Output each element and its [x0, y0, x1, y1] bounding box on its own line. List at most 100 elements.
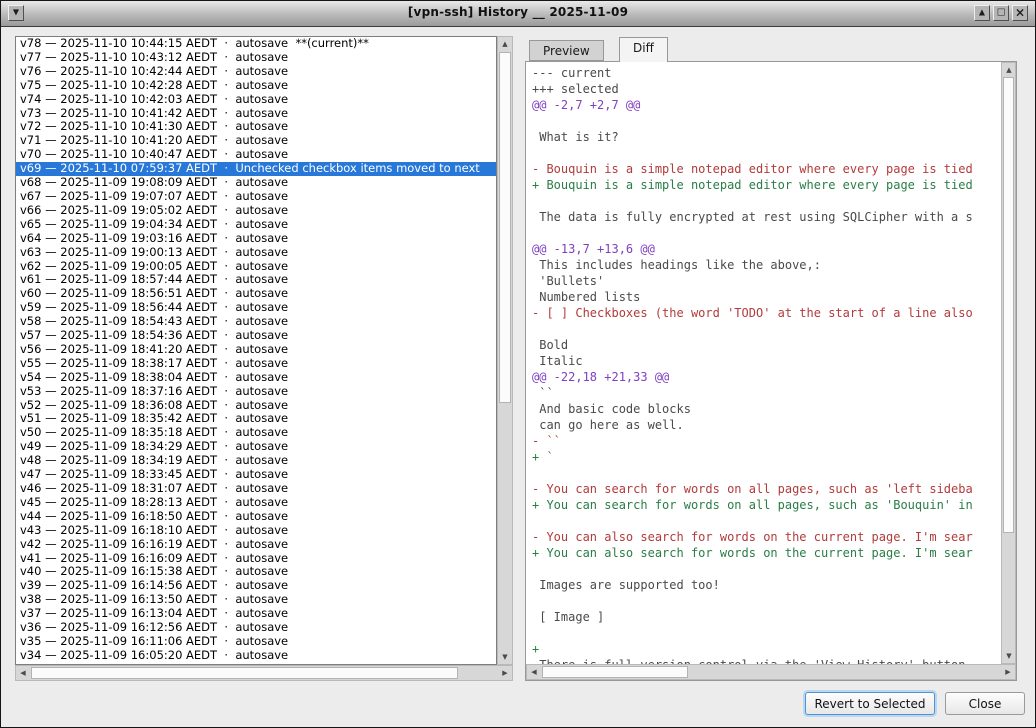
history-version-row[interactable]: v44 — 2025-11-09 16:18:50 AEDT · autosav… — [16, 510, 496, 524]
history-version-row[interactable]: v42 — 2025-11-09 16:16:19 AEDT · autosav… — [16, 538, 496, 552]
history-version-row[interactable]: v50 — 2025-11-09 18:35:18 AEDT · autosav… — [16, 426, 496, 440]
history-version-row[interactable]: v59 — 2025-11-09 18:56:44 AEDT · autosav… — [16, 301, 496, 315]
history-list-hscroll-thumb[interactable] — [31, 667, 458, 679]
history-version-row[interactable]: v43 — 2025-11-09 16:18:10 AEDT · autosav… — [16, 524, 496, 538]
history-version-row[interactable]: v77 — 2025-11-10 10:43:12 AEDT · autosav… — [16, 51, 496, 65]
history-version-row[interactable]: v35 — 2025-11-09 16:11:06 AEDT · autosav… — [16, 635, 496, 649]
diff-line — [532, 145, 1001, 161]
diff-vertical-scrollbar[interactable]: ▲ ▼ — [1001, 62, 1016, 664]
diff-line: What is it? — [532, 129, 1001, 145]
history-version-row[interactable]: v58 — 2025-11-09 18:54:43 AEDT · autosav… — [16, 315, 496, 329]
history-version-row[interactable]: v65 — 2025-11-09 19:04:34 AEDT · autosav… — [16, 218, 496, 232]
history-version-row[interactable]: v45 — 2025-11-09 18:28:13 AEDT · autosav… — [16, 496, 496, 510]
history-version-row[interactable]: v40 — 2025-11-09 16:15:38 AEDT · autosav… — [16, 565, 496, 579]
history-version-row[interactable]: v78 — 2025-11-10 10:44:15 AEDT · autosav… — [16, 37, 496, 51]
history-version-row[interactable]: v41 — 2025-11-09 16:16:09 AEDT · autosav… — [16, 552, 496, 566]
history-version-row[interactable]: v39 — 2025-11-09 16:14:56 AEDT · autosav… — [16, 579, 496, 593]
history-version-row[interactable]: v56 — 2025-11-09 18:41:20 AEDT · autosav… — [16, 343, 496, 357]
window-shade-button[interactable]: ▲ — [974, 5, 990, 21]
diff-line: - `` — [532, 433, 1001, 449]
diff-line: There is full version control via the 'V… — [532, 657, 1001, 664]
history-version-row[interactable]: v68 — 2025-11-09 19:08:09 AEDT · autosav… — [16, 176, 496, 190]
history-window: ▼ [vpn-ssh] History __ 2025-11-09 ▲ □ × … — [0, 0, 1036, 728]
scroll-right-icon[interactable]: ▶ — [1001, 665, 1015, 679]
diff-line: @@ -22,18 +21,33 @@ — [532, 369, 1001, 385]
scroll-up-icon[interactable]: ▲ — [498, 37, 512, 51]
close-button[interactable]: Close — [945, 692, 1025, 715]
diff-line: can go here as well. — [532, 417, 1001, 433]
window-maximize-icon: □ — [997, 8, 1006, 17]
history-version-row[interactable]: v63 — 2025-11-09 19:00:13 AEDT · autosav… — [16, 246, 496, 260]
history-version-row[interactable]: v75 — 2025-11-10 10:42:28 AEDT · autosav… — [16, 79, 496, 93]
diff-line: `` — [532, 385, 1001, 401]
diff-hscroll-thumb[interactable] — [542, 666, 688, 678]
diff-line — [532, 113, 1001, 129]
diff-horizontal-scrollbar[interactable]: ◀ ▶ — [526, 664, 1016, 680]
diff-line — [532, 225, 1001, 241]
window-maximize-button[interactable]: □ — [993, 5, 1009, 21]
history-version-row[interactable]: v49 — 2025-11-09 18:34:29 AEDT · autosav… — [16, 440, 496, 454]
revert-to-selected-button[interactable]: Revert to Selected — [805, 692, 935, 715]
titlebar: ▼ [vpn-ssh] History __ 2025-11-09 ▲ □ × — [1, 1, 1035, 27]
diff-line — [532, 561, 1001, 577]
tab-diff[interactable]: Diff — [619, 37, 668, 62]
history-version-row[interactable]: v52 — 2025-11-09 18:36:08 AEDT · autosav… — [16, 399, 496, 413]
diff-line: And basic code blocks — [532, 401, 1001, 417]
diff-line: Italic — [532, 353, 1001, 369]
history-version-row[interactable]: v54 — 2025-11-09 18:38:04 AEDT · autosav… — [16, 371, 496, 385]
scroll-left-icon[interactable]: ◀ — [16, 666, 30, 680]
tab-preview[interactable]: Preview — [529, 40, 604, 61]
diff-line: - You can also search for words on the c… — [532, 529, 1001, 545]
history-version-row[interactable]: v36 — 2025-11-09 16:12:56 AEDT · autosav… — [16, 621, 496, 635]
scroll-up-icon[interactable]: ▲ — [1002, 63, 1016, 77]
window-shade-icon: ▲ — [979, 9, 985, 17]
history-list-vertical-scrollbar[interactable]: ▲ ▼ — [497, 36, 513, 665]
diff-line — [532, 193, 1001, 209]
history-version-row[interactable]: v72 — 2025-11-10 10:41:30 AEDT · autosav… — [16, 120, 496, 134]
window-title: [vpn-ssh] History __ 2025-11-09 — [1, 5, 1035, 19]
history-version-row[interactable]: v66 — 2025-11-09 19:05:02 AEDT · autosav… — [16, 204, 496, 218]
diff-line: Bold — [532, 337, 1001, 353]
history-version-list[interactable]: v78 — 2025-11-10 10:44:15 AEDT · autosav… — [15, 36, 497, 665]
history-version-row[interactable]: v71 — 2025-11-10 10:41:20 AEDT · autosav… — [16, 134, 496, 148]
history-version-row[interactable]: v67 — 2025-11-09 19:07:07 AEDT · autosav… — [16, 190, 496, 204]
history-version-row[interactable]: v34 — 2025-11-09 16:05:20 AEDT · autosav… — [16, 649, 496, 663]
diff-line: @@ -13,7 +13,6 @@ — [532, 241, 1001, 257]
diff-line: + — [532, 641, 1001, 657]
history-version-row[interactable]: v48 — 2025-11-09 18:34:19 AEDT · autosav… — [16, 454, 496, 468]
history-version-row[interactable]: v62 — 2025-11-09 19:00:05 AEDT · autosav… — [16, 260, 496, 274]
diff-line: + You can also search for words on the c… — [532, 545, 1001, 561]
history-version-row[interactable]: v64 — 2025-11-09 19:03:16 AEDT · autosav… — [16, 232, 496, 246]
history-version-row[interactable]: v76 — 2025-11-10 10:42:44 AEDT · autosav… — [16, 65, 496, 79]
diff-vscroll-thumb[interactable] — [1003, 77, 1014, 533]
diff-line — [532, 465, 1001, 481]
diff-line — [532, 593, 1001, 609]
history-version-row[interactable]: v70 — 2025-11-10 10:40:47 AEDT · autosav… — [16, 148, 496, 162]
diff-line: --- current — [532, 65, 1001, 81]
history-version-row[interactable]: v73 — 2025-11-10 10:41:42 AEDT · autosav… — [16, 107, 496, 121]
scroll-right-icon[interactable]: ▶ — [498, 666, 512, 680]
history-list-vscroll-thumb[interactable] — [499, 52, 511, 403]
history-version-row[interactable]: v46 — 2025-11-09 18:31:07 AEDT · autosav… — [16, 482, 496, 496]
diff-line: + ` — [532, 449, 1001, 465]
scroll-down-icon[interactable]: ▼ — [1002, 649, 1016, 663]
history-list-horizontal-scrollbar[interactable]: ◀ ▶ — [15, 665, 513, 681]
window-close-button[interactable]: × — [1012, 5, 1028, 21]
scroll-left-icon[interactable]: ◀ — [527, 665, 541, 679]
diff-pane: --- current+++ selected@@ -2,7 +2,7 @@ W… — [525, 61, 1017, 681]
history-version-row[interactable]: v53 — 2025-11-09 18:37:16 AEDT · autosav… — [16, 385, 496, 399]
history-version-row[interactable]: v57 — 2025-11-09 18:54:36 AEDT · autosav… — [16, 329, 496, 343]
scroll-down-icon[interactable]: ▼ — [498, 650, 512, 664]
history-version-row[interactable]: v55 — 2025-11-09 18:38:17 AEDT · autosav… — [16, 357, 496, 371]
diff-line: 'Bullets' — [532, 273, 1001, 289]
history-version-row[interactable]: v74 — 2025-11-10 10:42:03 AEDT · autosav… — [16, 93, 496, 107]
history-version-row[interactable]: v47 — 2025-11-09 18:33:45 AEDT · autosav… — [16, 468, 496, 482]
history-version-row[interactable]: v61 — 2025-11-09 18:57:44 AEDT · autosav… — [16, 273, 496, 287]
history-version-row[interactable]: v38 — 2025-11-09 16:13:50 AEDT · autosav… — [16, 593, 496, 607]
history-version-row[interactable]: v60 — 2025-11-09 18:56:51 AEDT · autosav… — [16, 287, 496, 301]
history-version-row[interactable]: v51 — 2025-11-09 18:35:42 AEDT · autosav… — [16, 412, 496, 426]
diff-text-view[interactable]: --- current+++ selected@@ -2,7 +2,7 @@ W… — [526, 62, 1001, 664]
history-version-row[interactable]: v69 — 2025-11-10 07:59:37 AEDT · Uncheck… — [16, 162, 496, 176]
history-version-row[interactable]: v37 — 2025-11-09 16:13:04 AEDT · autosav… — [16, 607, 496, 621]
diff-line: + Bouquin is a simple notepad editor whe… — [532, 177, 1001, 193]
